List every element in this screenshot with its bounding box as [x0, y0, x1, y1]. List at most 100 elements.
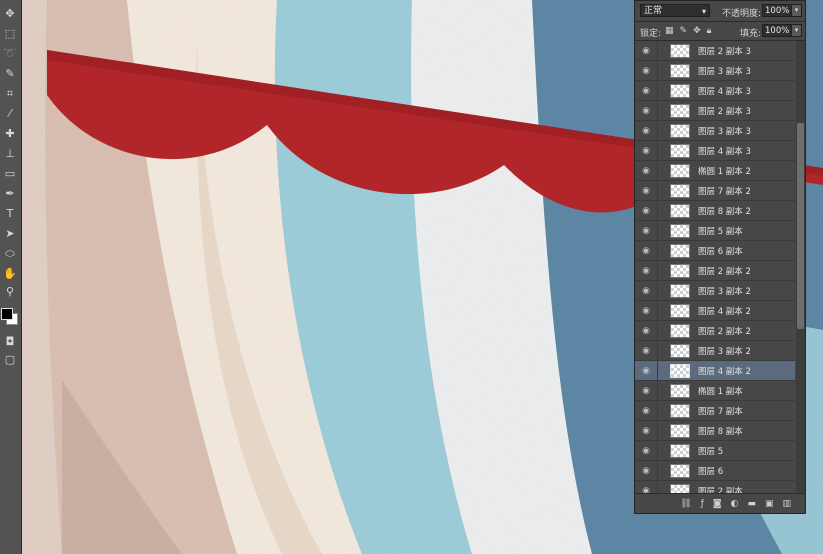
visibility-eye-icon[interactable]: ◉ [635, 286, 657, 296]
layer-row[interactable]: ◉ 图层 4 副本 3 [635, 140, 795, 161]
new-layer-icon[interactable]: ▣ [765, 499, 774, 509]
quick-mask-icon[interactable]: ◘ [2, 334, 18, 350]
opacity-input[interactable]: 100% [762, 4, 792, 17]
screen-mode-icon[interactable]: ▢ [2, 352, 18, 368]
layer-row[interactable]: ◉ 图层 4 副本 2 [635, 300, 795, 321]
visibility-eye-icon[interactable]: ◉ [635, 206, 657, 216]
foreground-color-swatch[interactable] [1, 308, 13, 320]
delete-layer-icon[interactable]: ▥ [782, 499, 791, 509]
layer-name[interactable]: 图层 3 副本 3 [698, 125, 751, 137]
type-icon[interactable]: T [2, 206, 18, 222]
layer-name[interactable]: 图层 7 副本 [698, 405, 743, 417]
layer-thumbnail[interactable] [670, 63, 690, 78]
layer-name[interactable]: 图层 7 副本 2 [698, 185, 751, 197]
layer-thumbnail[interactable] [670, 143, 690, 158]
adjustment-layer-icon[interactable]: ◐ [731, 499, 739, 509]
visibility-eye-icon[interactable]: ◉ [635, 46, 657, 56]
lock-position-icon[interactable]: ✥ [693, 26, 701, 36]
visibility-eye-icon[interactable]: ◉ [635, 86, 657, 96]
layer-thumbnail[interactable] [670, 163, 690, 178]
layer-row[interactable]: ◉ 椭圆 1 副本 [635, 380, 795, 401]
visibility-eye-icon[interactable]: ◉ [635, 66, 657, 76]
layer-thumbnail[interactable] [670, 243, 690, 258]
visibility-eye-icon[interactable]: ◉ [635, 426, 657, 436]
layer-row[interactable]: ◉ 图层 7 副本 [635, 400, 795, 421]
new-group-icon[interactable]: ▬ [747, 499, 756, 509]
layer-row[interactable]: ◉ 图层 8 副本 2 [635, 200, 795, 221]
zoom-icon[interactable]: ⚲ [2, 284, 18, 300]
pen-icon[interactable]: ✒ [2, 186, 18, 202]
layer-thumbnail[interactable] [670, 403, 690, 418]
visibility-eye-icon[interactable]: ◉ [635, 126, 657, 136]
layer-thumbnail[interactable] [670, 363, 690, 378]
layer-thumbnail[interactable] [670, 443, 690, 458]
visibility-eye-icon[interactable]: ◉ [635, 346, 657, 356]
visibility-eye-icon[interactable]: ◉ [635, 326, 657, 336]
layer-style-icon[interactable]: ƒ [701, 499, 704, 509]
add-mask-icon[interactable]: ◙ [713, 499, 722, 509]
layer-name[interactable]: 图层 2 副本 3 [698, 105, 751, 117]
layer-thumbnail[interactable] [670, 423, 690, 438]
layer-name[interactable]: 图层 4 副本 3 [698, 145, 751, 157]
layer-thumbnail[interactable] [670, 323, 690, 338]
layer-thumbnail[interactable] [670, 103, 690, 118]
visibility-eye-icon[interactable]: ◉ [635, 246, 657, 256]
layer-name[interactable]: 图层 2 副本 2 [698, 265, 751, 277]
visibility-eye-icon[interactable]: ◉ [635, 366, 657, 376]
stamp-icon[interactable]: ⊥ [2, 146, 18, 162]
layer-row[interactable]: ◉ 图层 3 副本 3 [635, 120, 795, 141]
fill-input[interactable]: 100% [762, 24, 792, 37]
lock-pixels-icon[interactable]: ✎ [680, 26, 688, 36]
link-layers-icon[interactable]: ⛓ [680, 499, 691, 509]
layer-row[interactable]: ◉ 图层 6 副本 [635, 240, 795, 261]
lock-transparent-icon[interactable]: ▦ [665, 26, 674, 36]
crop-icon[interactable]: ⌗ [2, 86, 18, 102]
layer-thumbnail[interactable] [670, 283, 690, 298]
visibility-eye-icon[interactable]: ◉ [635, 466, 657, 476]
visibility-eye-icon[interactable]: ◉ [635, 226, 657, 236]
layer-thumbnail[interactable] [670, 383, 690, 398]
layer-thumbnail[interactable] [670, 303, 690, 318]
visibility-eye-icon[interactable]: ◉ [635, 406, 657, 416]
layer-name[interactable]: 图层 6 [698, 465, 723, 477]
layer-thumbnail[interactable] [670, 343, 690, 358]
layer-thumbnail[interactable] [670, 203, 690, 218]
layer-name[interactable]: 图层 5 副本 [698, 225, 743, 237]
layer-name[interactable]: 图层 3 副本 2 [698, 345, 751, 357]
layer-row[interactable]: ◉ 图层 3 副本 2 [635, 280, 795, 301]
layer-row[interactable]: ◉ 图层 5 [635, 440, 795, 461]
lock-all-icon[interactable]: 🔒︎ [707, 26, 712, 36]
layer-row[interactable]: ◉ 图层 7 副本 2 [635, 180, 795, 201]
layer-name[interactable]: 图层 2 副本 3 [698, 45, 751, 57]
eyedropper-icon[interactable]: ⁄ [2, 106, 18, 122]
brush-icon[interactable]: ✎ [2, 66, 18, 82]
scrollbar-thumb[interactable] [797, 123, 804, 329]
layer-thumbnail[interactable] [670, 43, 690, 58]
layer-thumbnail[interactable] [670, 123, 690, 138]
visibility-eye-icon[interactable]: ◉ [635, 266, 657, 276]
layer-row[interactable]: ◉ 图层 5 副本 [635, 220, 795, 241]
healing-icon[interactable]: ✚ [2, 126, 18, 142]
visibility-eye-icon[interactable]: ◉ [635, 166, 657, 176]
layer-name[interactable]: 图层 6 副本 [698, 245, 743, 257]
shape-icon[interactable]: ⬭ [2, 246, 18, 262]
visibility-eye-icon[interactable]: ◉ [635, 146, 657, 156]
layer-name[interactable]: 椭圆 1 副本 2 [698, 165, 751, 177]
layer-thumbnail[interactable] [670, 263, 690, 278]
layer-name[interactable]: 图层 3 副本 2 [698, 285, 751, 297]
layer-name[interactable]: 图层 8 副本 [698, 425, 743, 437]
layer-row[interactable]: ◉ 图层 2 副本 2 [635, 260, 795, 281]
blend-mode-dropdown[interactable]: 正常 ▾ [640, 4, 710, 17]
eraser-icon[interactable]: ▭ [2, 166, 18, 182]
layer-name[interactable]: 图层 2 副本 2 [698, 325, 751, 337]
lasso-icon[interactable]: ➰ [2, 46, 18, 62]
visibility-eye-icon[interactable]: ◉ [635, 386, 657, 396]
opacity-slider-button[interactable]: ▾ [791, 4, 802, 17]
layer-row[interactable]: ◉ 图层 2 副本 3 [635, 100, 795, 121]
path-select-icon[interactable]: ➤ [2, 226, 18, 242]
layer-name[interactable]: 图层 3 副本 3 [698, 65, 751, 77]
layer-name[interactable]: 图层 4 副本 3 [698, 85, 751, 97]
visibility-eye-icon[interactable]: ◉ [635, 106, 657, 116]
layers-scrollbar[interactable] [796, 41, 805, 495]
layer-name[interactable]: 图层 5 [698, 445, 723, 457]
